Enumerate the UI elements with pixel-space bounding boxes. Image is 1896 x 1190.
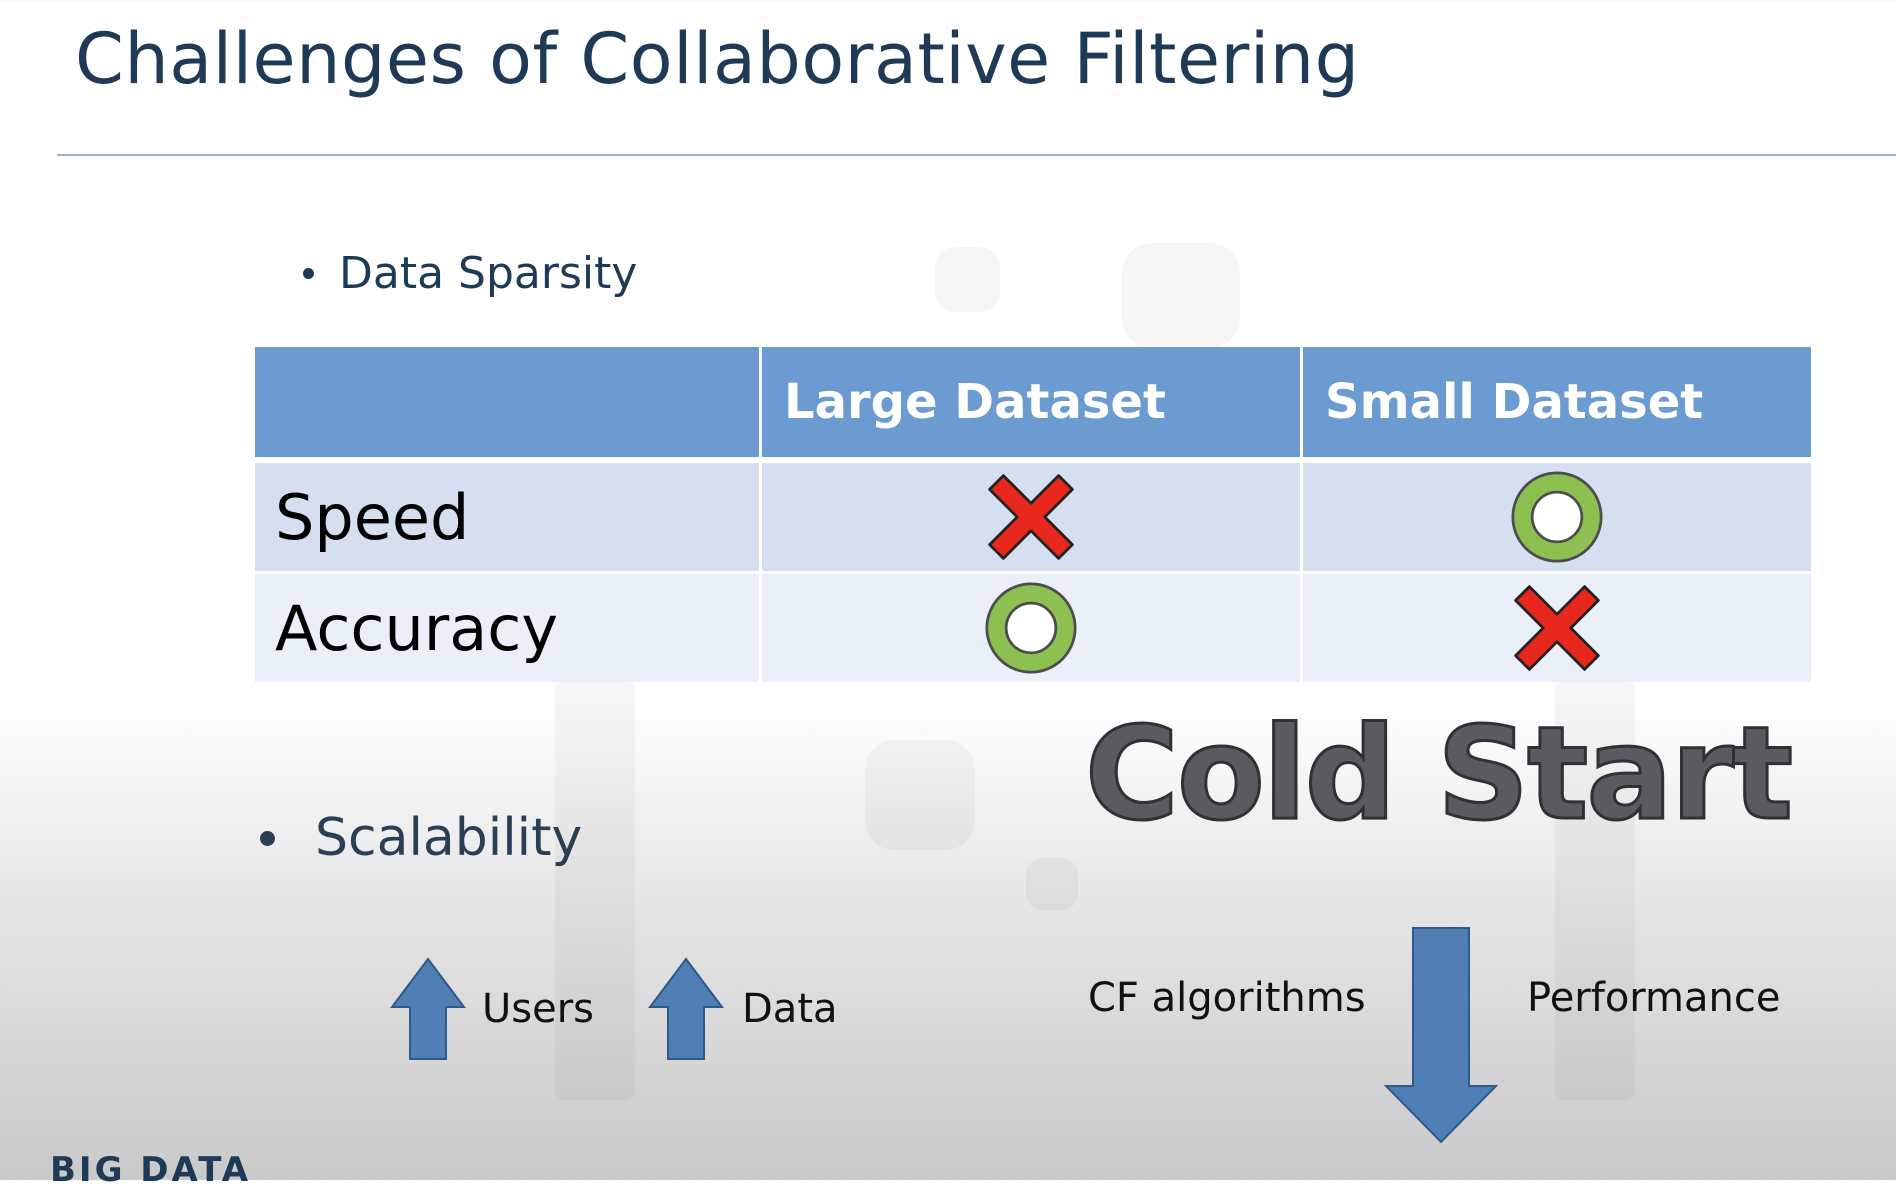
watermark-shape [555,680,635,1100]
cross-icon [988,474,1074,560]
watermark-shape [1122,243,1240,348]
circle-icon [985,582,1077,674]
table-header-empty [255,347,759,463]
data-label: Data [742,986,838,1032]
circle-icon [1511,471,1603,563]
table-header-row: Large Dataset Small Dataset [255,347,1811,463]
logo: BIG DATA [50,1150,252,1190]
table-header-small: Small Dataset [1300,347,1811,463]
bullet-data-sparsity: Data Sparsity [303,248,637,299]
cell-accuracy-large [759,574,1300,682]
bullet-text: Scalability [315,808,583,868]
arrow-up-icon [648,957,724,1060]
table-row: Speed [255,463,1811,574]
bullet-text: Data Sparsity [339,248,638,299]
table-header-large: Large Dataset [759,347,1300,463]
watermark-shape [935,247,1000,312]
watermark-shape [865,740,975,850]
cell-accuracy-small [1300,574,1811,682]
cold-start-heading: Cold Start [1084,699,1795,851]
bullet-dot [303,268,314,279]
users-label: Users [482,986,595,1032]
arrow-down-icon [1384,927,1498,1144]
title-divider [57,154,1896,156]
bullet-dot [260,830,275,846]
cross-icon [1514,585,1600,671]
watermark-shape [1026,858,1078,910]
arrow-up-icon [390,957,466,1060]
bullet-scalability: Scalability [260,808,582,868]
cf-algorithms-label: CF algorithms [1088,975,1366,1021]
row-label-speed: Speed [255,463,759,574]
cell-speed-large [759,463,1300,574]
performance-label: Performance [1527,975,1781,1021]
cell-speed-small [1300,463,1811,574]
table-row: Accuracy [255,574,1811,682]
row-label-accuracy: Accuracy [255,574,759,682]
comparison-table: Large Dataset Small Dataset Speed Accura… [255,347,1811,682]
slide-title: Challenges of Collaborative Filtering [75,18,1360,100]
